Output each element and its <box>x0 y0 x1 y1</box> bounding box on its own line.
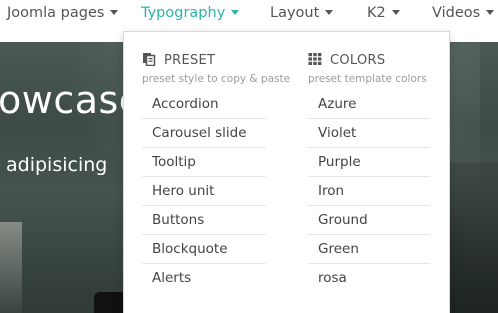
color-item-iron[interactable]: Iron <box>308 177 430 206</box>
preset-heading: PRESET <box>142 52 215 68</box>
nav-item-label: Typography <box>141 5 226 21</box>
nav-item-joomla-pages[interactable]: Joomla pages <box>7 0 119 26</box>
caret-down-icon <box>391 9 400 15</box>
nav-item-label: Joomla pages <box>7 5 105 21</box>
colors-description: preset template colors <box>308 73 427 85</box>
nav-item-label: Videos <box>432 5 481 21</box>
colors-heading: COLORS <box>308 52 385 68</box>
caret-down-icon <box>231 9 240 15</box>
color-item-azure[interactable]: Azure <box>308 90 430 119</box>
color-item-purple[interactable]: Purple <box>308 148 430 177</box>
preset-item-carousel-slide[interactable]: Carousel slide <box>142 119 266 148</box>
hero-decor-left <box>0 222 22 313</box>
colors-heading-label: COLORS <box>330 53 386 68</box>
page: Joomla pages Typography Layout K2 Videos… <box>0 0 498 313</box>
preset-heading-label: PRESET <box>164 53 216 68</box>
caret-down-icon <box>110 9 119 15</box>
preset-item-hero-unit[interactable]: Hero unit <box>142 177 266 206</box>
caret-down-icon <box>325 9 334 15</box>
grid-icon <box>308 53 322 65</box>
caret-down-icon <box>486 9 495 15</box>
preset-item-alerts[interactable]: Alerts <box>142 264 266 292</box>
nav-item-videos[interactable]: Videos <box>432 0 495 26</box>
preset-item-blockquote[interactable]: Blockquote <box>142 235 266 264</box>
color-item-rosa[interactable]: rosa <box>308 264 430 292</box>
nav-item-label: K2 <box>367 5 386 21</box>
hero-subtitle: adipisicing <box>6 154 108 176</box>
color-item-ground[interactable]: Ground <box>308 206 430 235</box>
colors-list: Azure Violet Purple Iron Ground Green ro… <box>308 90 430 292</box>
preset-list: Accordion Carousel slide Tooltip Hero un… <box>142 90 266 292</box>
copy-icon <box>143 53 156 66</box>
color-item-violet[interactable]: Violet <box>308 119 430 148</box>
preset-item-accordion[interactable]: Accordion <box>142 90 266 119</box>
nav-item-label: Layout <box>270 5 320 21</box>
preset-item-tooltip[interactable]: Tooltip <box>142 148 266 177</box>
nav-item-k2[interactable]: K2 <box>367 0 400 26</box>
nav-item-layout[interactable]: Layout <box>270 0 334 26</box>
preset-description: preset style to copy & paste <box>142 73 291 85</box>
color-item-green[interactable]: Green <box>308 235 430 264</box>
nav-item-typography[interactable]: Typography <box>141 0 240 26</box>
preset-item-buttons[interactable]: Buttons <box>142 206 266 235</box>
typography-dropdown-menu: PRESET preset style to copy & paste Acco… <box>123 31 450 313</box>
